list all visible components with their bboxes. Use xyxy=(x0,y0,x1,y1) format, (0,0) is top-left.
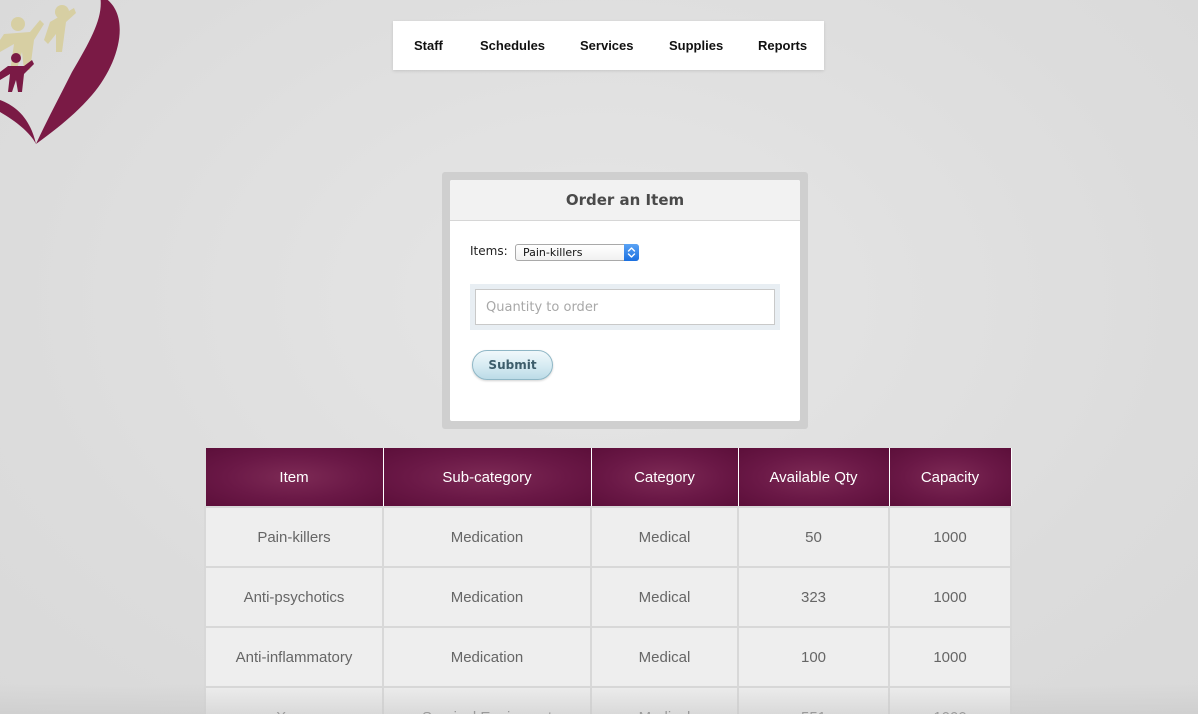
column-header-sub-category: Sub-category xyxy=(382,448,592,508)
cell-item: Anti-psychotics xyxy=(204,566,384,628)
order-panel-title: Order an Item xyxy=(450,180,800,221)
cell-category: Medical xyxy=(590,686,739,714)
family-heart-logo xyxy=(0,0,120,144)
table-row: Anti-inflammatory Medication Medical 100… xyxy=(204,626,1012,688)
items-select-value: Pain-killers xyxy=(523,246,583,259)
column-header-capacity: Capacity xyxy=(888,448,1012,508)
cell-category: Medical xyxy=(590,566,739,628)
quantity-field-wrapper xyxy=(470,284,780,330)
order-panel-frame: Order an Item Items: Pain-killers Submit xyxy=(442,172,808,429)
items-select[interactable]: Pain-killers xyxy=(515,244,639,261)
column-header-item: Item xyxy=(204,448,384,508)
submit-button[interactable]: Submit xyxy=(472,350,553,380)
cell-sub-category: Surgical Equipment xyxy=(382,686,592,714)
cell-category: Medical xyxy=(590,506,739,568)
cell-available-qty: 323 xyxy=(737,566,890,628)
nav-item-supplies[interactable]: Supplies xyxy=(669,38,723,53)
select-updown-icon xyxy=(624,244,639,261)
nav-item-schedules[interactable]: Schedules xyxy=(480,38,545,53)
cell-item: X-ray xyxy=(204,686,384,714)
cell-sub-category: Medication xyxy=(382,506,592,568)
cell-sub-category: Medication xyxy=(382,626,592,688)
cell-available-qty: 50 xyxy=(737,506,890,568)
cell-sub-category: Medication xyxy=(382,566,592,628)
nav-item-reports[interactable]: Reports xyxy=(758,38,807,53)
cell-capacity: 1000 xyxy=(888,506,1012,568)
cell-capacity: 1000 xyxy=(888,686,1012,714)
cell-available-qty: 551 xyxy=(737,686,890,714)
table-header-row: Item Sub-category Category Available Qty… xyxy=(204,448,1012,508)
cell-capacity: 1000 xyxy=(888,566,1012,628)
cell-available-qty: 100 xyxy=(737,626,890,688)
nav-item-staff[interactable]: Staff xyxy=(414,38,443,53)
table-row: Anti-psychotics Medication Medical 323 1… xyxy=(204,566,1012,628)
nav-item-services[interactable]: Services xyxy=(580,38,634,53)
table-row: Pain-killers Medication Medical 50 1000 xyxy=(204,506,1012,568)
column-header-category: Category xyxy=(590,448,739,508)
quantity-input[interactable] xyxy=(475,289,775,325)
column-header-available-qty: Available Qty xyxy=(737,448,890,508)
cell-category: Medical xyxy=(590,626,739,688)
top-nav: Staff Schedules Services Supplies Report… xyxy=(393,21,824,70)
items-label: Items: xyxy=(470,244,508,258)
table-row: X-ray Surgical Equipment Medical 551 100… xyxy=(204,686,1012,714)
inventory-table: Item Sub-category Category Available Qty… xyxy=(204,448,1012,714)
cell-item: Pain-killers xyxy=(204,506,384,568)
cell-item: Anti-inflammatory xyxy=(204,626,384,688)
cell-capacity: 1000 xyxy=(888,626,1012,688)
order-panel: Order an Item Items: Pain-killers Submit xyxy=(450,180,800,421)
